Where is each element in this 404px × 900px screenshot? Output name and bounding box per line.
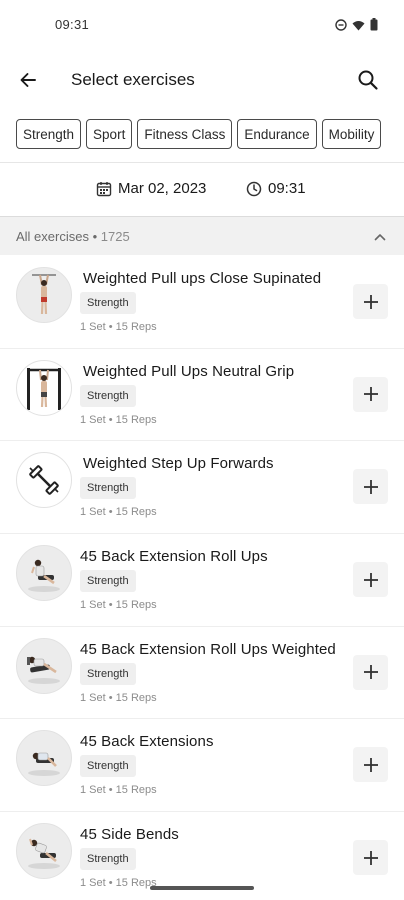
exercise-name: Weighted Step Up Forwards — [83, 455, 274, 473]
exercise-meta: 1 Set • 15 Reps — [80, 877, 157, 890]
exercise-meta: 1 Set • 15 Reps — [80, 321, 157, 333]
time-picker[interactable]: 09:31 — [246, 180, 306, 197]
exercise-thumbnail — [16, 452, 72, 509]
status-time: 09:31 — [55, 17, 90, 32]
exercise-name: Weighted Pull ups Close Supinated — [83, 270, 322, 287]
exercise-thumbnail — [16, 267, 72, 323]
exercise-name: 45 Back Extension Roll Ups — [80, 548, 268, 566]
calendar-icon — [96, 181, 112, 196]
filter-chip-endurance[interactable]: Endurance — [237, 119, 317, 149]
add-exercise-button[interactable] — [353, 284, 388, 319]
plus-icon — [363, 294, 378, 309]
back-extension-weighted-figure-icon — [27, 656, 60, 684]
search-icon — [358, 70, 378, 90]
session-time: 09:31 — [268, 180, 306, 197]
session-date: Mar 02, 2023 — [118, 180, 207, 197]
page-title: Select exercises — [71, 70, 195, 89]
exercise-meta: 1 Set • 15 Reps — [80, 506, 157, 519]
app-bar: Select exercises — [0, 52, 404, 108]
add-exercise-button[interactable] — [353, 654, 388, 690]
exercise-meta: 1 Set • 15 Reps — [80, 784, 157, 797]
plus-icon — [363, 387, 378, 402]
dumbbell-icon — [29, 465, 59, 496]
category-badge: Strength — [80, 848, 136, 871]
category-badge: Strength — [80, 662, 136, 685]
dnd-icon — [335, 18, 347, 36]
category-badge: Strength — [80, 384, 136, 407]
exercise-row[interactable]: 45 Back Extensions Strength 1 Set • 15 R… — [0, 719, 404, 813]
search-button[interactable] — [354, 66, 382, 94]
exercise-name: 45 Back Extension Roll Ups Weighted — [80, 640, 336, 658]
exercise-thumbnail — [16, 730, 72, 787]
clock-icon — [246, 181, 262, 196]
exercise-thumbnail — [16, 359, 72, 416]
pullup-bar-figure-icon — [27, 367, 61, 410]
filter-chip-strength[interactable]: Strength — [16, 119, 82, 149]
exercise-thumbnail — [16, 637, 72, 694]
plus-icon — [363, 850, 378, 865]
exercise-row[interactable]: Weighted Pull Ups Neutral Grip Strength … — [0, 349, 404, 442]
arrow-left-icon — [20, 73, 36, 87]
pullup-figure-icon — [32, 274, 56, 315]
category-badge: Strength — [80, 570, 136, 593]
exercise-name: 45 Back Extensions — [80, 733, 214, 751]
exercise-meta: 1 Set • 15 Reps — [80, 599, 157, 612]
section-separator: • — [88, 229, 101, 244]
status-bar: 09:31 — [0, 0, 404, 48]
plus-icon — [363, 479, 378, 494]
back-extension-figure-icon — [28, 559, 60, 593]
category-badge: Strength — [80, 477, 136, 500]
status-icons — [335, 18, 378, 36]
section-header[interactable]: All exercises • 1725 — [0, 216, 404, 255]
exercise-thumbnail — [16, 823, 72, 880]
back-extension-figure-icon — [28, 753, 60, 777]
plus-icon — [363, 572, 378, 587]
date-picker[interactable]: Mar 02, 2023 — [96, 180, 206, 197]
chevron-up-icon — [374, 234, 386, 241]
exercise-name: 45 Side Bends — [80, 826, 179, 844]
battery-icon — [370, 18, 378, 36]
exercise-row[interactable]: 45 Back Extension Roll Ups Weighted Stre… — [0, 627, 404, 720]
exercise-row[interactable]: Weighted Step Up Forwards Strength 1 Set… — [0, 441, 404, 535]
filter-chips: Strength Sport Fitness Class Endurance M… — [16, 119, 404, 151]
exercise-row[interactable]: Weighted Pull ups Close Supinated Streng… — [0, 256, 404, 349]
session-datetime: Mar 02, 2023 09:31 — [0, 163, 404, 215]
exercise-thumbnail — [16, 545, 72, 602]
filter-chip-fitness-class[interactable]: Fitness Class — [137, 119, 233, 149]
section-title: All exercises • 1725 — [16, 229, 130, 244]
exercise-list: Weighted Pull ups Close Supinated Streng… — [0, 256, 404, 900]
back-button[interactable] — [14, 66, 42, 94]
exercise-row[interactable]: 45 Back Extension Roll Ups Strength 1 Se… — [0, 534, 404, 627]
category-badge: Strength — [80, 292, 136, 314]
exercise-name: Weighted Pull Ups Neutral Grip — [83, 362, 295, 380]
add-exercise-button[interactable] — [353, 840, 388, 876]
category-badge: Strength — [80, 755, 136, 778]
plus-icon — [363, 665, 378, 680]
add-exercise-button[interactable] — [353, 376, 388, 412]
add-exercise-button[interactable] — [353, 469, 388, 505]
exercise-meta: 1 Set • 15 Reps — [80, 413, 157, 426]
exercise-count: 1725 — [100, 229, 130, 244]
add-exercise-button[interactable] — [353, 747, 388, 783]
plus-icon — [363, 757, 378, 772]
side-bend-figure-icon — [28, 838, 60, 870]
filter-chip-mobility[interactable]: Mobility — [321, 119, 382, 149]
section-label: All exercises — [16, 229, 89, 244]
exercise-meta: 1 Set • 15 Reps — [80, 691, 157, 704]
filter-chip-sport[interactable]: Sport — [86, 119, 133, 149]
add-exercise-button[interactable] — [353, 562, 388, 598]
collapse-button[interactable] — [370, 227, 390, 247]
home-indicator[interactable] — [150, 886, 254, 890]
wifi-icon — [352, 18, 365, 36]
